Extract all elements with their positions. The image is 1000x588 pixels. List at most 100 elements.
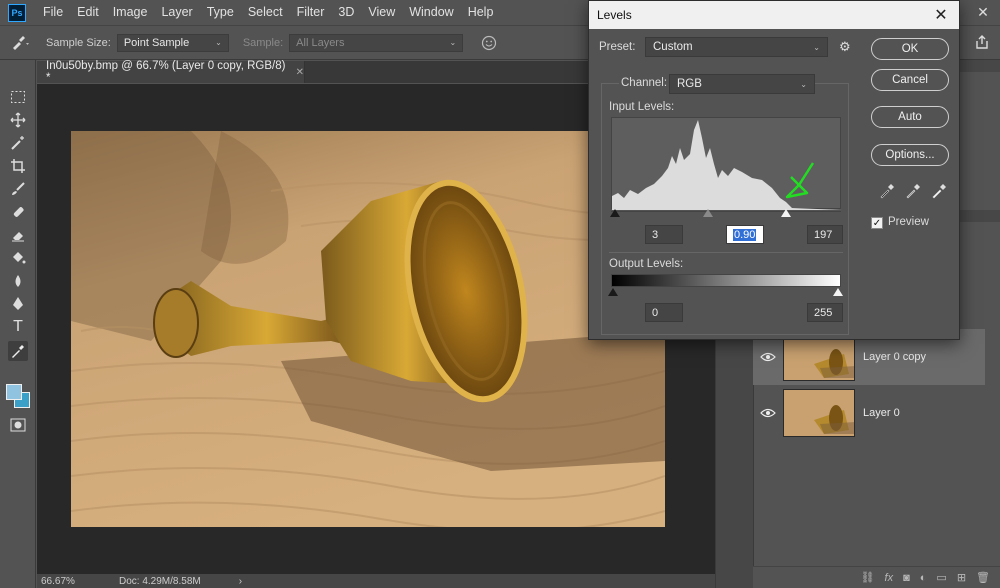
eye-icon[interactable] — [753, 352, 783, 362]
menu-help[interactable]: Help — [461, 0, 501, 25]
sample-size-value: Point Sample — [123, 36, 190, 49]
layer-name[interactable]: Layer 0 copy — [863, 351, 926, 363]
output-levels-label: Output Levels: — [609, 258, 684, 270]
eye-icon[interactable] — [753, 408, 783, 418]
menu-layer[interactable]: Layer — [154, 0, 199, 25]
levels-dialog: Levels ✕ Preset: Custom ⌄ ⚙ Channel: RGB… — [588, 0, 960, 340]
marquee-tool-icon[interactable] — [8, 87, 28, 107]
eyedropper-tool-icon[interactable] — [8, 341, 28, 361]
document-tab[interactable]: In0u50by.bmp @ 66.7% (Layer 0 copy, RGB/… — [37, 60, 305, 84]
input-black-slider[interactable] — [610, 209, 620, 217]
close-window-button[interactable]: ✕ — [968, 0, 998, 25]
layer-style-icon[interactable]: fx — [885, 572, 894, 584]
channel-value: RGB — [677, 78, 702, 90]
menu-type[interactable]: Type — [200, 0, 241, 25]
blur-tool-icon[interactable] — [8, 271, 28, 291]
eraser-tool-icon[interactable] — [8, 225, 28, 245]
input-white-slider[interactable] — [781, 209, 791, 217]
annotation-arrow — [785, 162, 815, 199]
ok-button[interactable]: OK — [871, 38, 949, 60]
layer-name[interactable]: Layer 0 — [863, 407, 900, 419]
input-black-field[interactable]: 3 — [645, 225, 683, 244]
doc-size-info: Doc: 4.29M/8.58M — [119, 575, 201, 587]
input-gamma-value: 0.90 — [733, 228, 757, 241]
new-group-icon[interactable]: ▭ — [936, 571, 946, 584]
input-white-field[interactable]: 197 — [807, 225, 843, 244]
menu-view[interactable]: View — [361, 0, 402, 25]
output-black-field[interactable]: 0 — [645, 303, 683, 322]
section-divider — [609, 252, 843, 253]
black-point-eyedropper-icon[interactable] — [879, 181, 895, 202]
preset-value: Custom — [653, 41, 693, 53]
document-image[interactable] — [71, 131, 665, 527]
output-black-slider[interactable] — [608, 288, 618, 296]
menu-filter[interactable]: Filter — [290, 0, 332, 25]
menu-select[interactable]: Select — [241, 0, 290, 25]
preset-label: Preset: — [599, 41, 636, 53]
move-tool-icon[interactable] — [8, 110, 28, 130]
layers-panel-footer: ⛓ fx ◙ ◐ ▭ ⊞ 🗑 — [753, 566, 1000, 588]
pen-tool-icon[interactable] — [8, 294, 28, 314]
trash-icon[interactable]: 🗑 — [976, 571, 990, 584]
channel-label: Channel: — [619, 77, 670, 89]
smiley-icon[interactable] — [481, 35, 497, 51]
chevron-right-icon[interactable]: › — [239, 576, 242, 587]
close-icon[interactable]: ✕ — [296, 67, 304, 78]
paint-bucket-tool-icon[interactable] — [8, 248, 28, 268]
preview-label: Preview — [888, 216, 929, 228]
output-white-field[interactable]: 255 — [807, 303, 843, 322]
dialog-title: Levels — [597, 8, 632, 22]
white-point-eyedropper-icon[interactable] — [931, 181, 947, 202]
healing-brush-tool-icon[interactable] — [8, 202, 28, 222]
options-button[interactable]: Options... — [871, 144, 949, 166]
crop-tool-icon[interactable] — [8, 156, 28, 176]
menu-image[interactable]: Image — [106, 0, 155, 25]
add-mask-icon[interactable]: ◙ — [903, 572, 910, 584]
sample-label: Sample: — [242, 36, 284, 49]
magic-wand-tool-icon[interactable] — [8, 133, 28, 153]
chevron-down-icon: ⌄ — [449, 38, 457, 47]
link-layers-icon[interactable]: ⛓ — [861, 571, 875, 584]
foreground-color-swatch[interactable] — [6, 384, 22, 400]
new-layer-icon[interactable]: ⊞ — [957, 571, 966, 584]
menu-window[interactable]: Window — [402, 0, 460, 25]
sample-size-label: Sample Size: — [46, 36, 111, 49]
output-gradient-bar — [611, 274, 841, 287]
preset-select[interactable]: Custom ⌄ — [645, 37, 828, 57]
auto-button[interactable]: Auto — [871, 106, 949, 128]
menu-edit[interactable]: Edit — [70, 0, 106, 25]
document-tab-title: In0u50by.bmp @ 66.7% (Layer 0 copy, RGB/… — [46, 60, 286, 84]
preview-checkbox[interactable]: ✓ — [871, 217, 883, 229]
channel-select[interactable]: RGB ⌄ — [669, 74, 815, 94]
toolbox: T — [0, 60, 36, 588]
menu-3d[interactable]: 3D — [331, 0, 361, 25]
cancel-button[interactable]: Cancel — [871, 69, 949, 91]
brush-tool-icon[interactable] — [8, 179, 28, 199]
adjustment-layer-icon[interactable]: ◐ — [920, 572, 927, 584]
preset-options-gear-icon[interactable]: ⚙ — [839, 39, 851, 55]
sample-layers-select: All Layers ⌄ — [289, 33, 464, 52]
output-white-slider[interactable] — [833, 288, 843, 296]
layer-thumbnail — [783, 389, 855, 437]
input-levels-label: Input Levels: — [609, 101, 675, 113]
close-icon[interactable]: ✕ — [931, 5, 951, 25]
status-bar: 66.67% Doc: 4.29M/8.58M › — [37, 574, 715, 588]
quick-mask-icon[interactable] — [8, 415, 28, 435]
gray-point-eyedropper-icon[interactable] — [905, 181, 921, 202]
dialog-title-bar[interactable]: Levels ✕ — [589, 1, 959, 29]
chevron-down-icon: ⌄ — [813, 42, 820, 52]
input-slider-track — [611, 211, 841, 212]
zoom-level[interactable]: 66.67% — [41, 576, 111, 587]
menu-file[interactable]: File — [36, 0, 70, 25]
eyedropper-tool-preset-icon[interactable] — [10, 35, 32, 51]
layer-row[interactable]: Layer 0 — [753, 385, 985, 441]
chevron-down-icon: ⌄ — [800, 79, 807, 89]
sample-layers-value: All Layers — [296, 36, 345, 49]
input-gamma-slider[interactable] — [703, 209, 713, 217]
input-gamma-field[interactable]: 0.90 — [726, 225, 764, 244]
type-tool-icon[interactable]: T — [8, 317, 28, 337]
share-icon[interactable] — [974, 34, 990, 50]
sample-size-select[interactable]: Point Sample ⌄ — [116, 33, 229, 52]
photoshop-logo: Ps — [8, 3, 26, 22]
chevron-down-icon: ⌄ — [215, 38, 222, 47]
